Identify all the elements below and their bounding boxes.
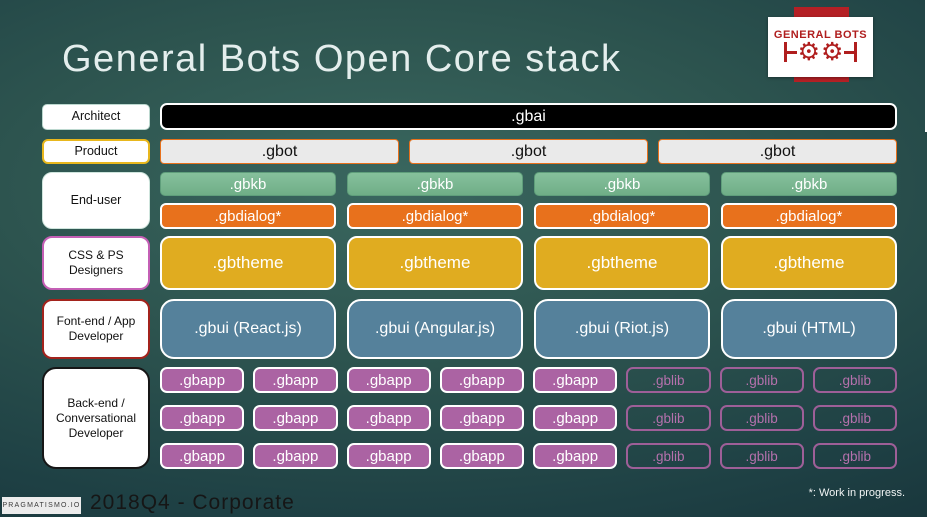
gbkb-block: .gbkb bbox=[721, 172, 897, 196]
gbapp-block: .gbapp bbox=[533, 405, 618, 431]
row-gbui: .gbui (React.js) .gbui (Angular.js) .gbu… bbox=[160, 299, 897, 359]
gblib-block: .gblib bbox=[719, 405, 804, 431]
gbot-block: .gbot bbox=[658, 139, 897, 164]
gbui-html-block: .gbui (HTML) bbox=[721, 299, 897, 359]
gbui-angular-block: .gbui (Angular.js) bbox=[347, 299, 523, 359]
gblib-block: .gblib bbox=[812, 405, 897, 431]
gbtheme-block: .gbtheme bbox=[721, 236, 897, 290]
gbapp-block: .gbapp bbox=[439, 367, 524, 393]
row-gbtheme: .gbtheme .gbtheme .gbtheme .gbtheme bbox=[160, 236, 897, 290]
gblib-block: .gblib bbox=[626, 405, 711, 431]
gbapp-block: .gbapp bbox=[346, 443, 431, 469]
logo-bar-right-icon bbox=[844, 42, 858, 62]
footer-date-text: 2018Q4 - Corporate bbox=[90, 491, 295, 514]
gblib-block: .gblib bbox=[626, 443, 711, 469]
label-css-ps-designers: CSS & PS Designers bbox=[42, 236, 150, 290]
gbapp-block: .gbapp bbox=[160, 405, 245, 431]
label-backend-conversational-developer: Back-end / Conversational Developer bbox=[42, 367, 150, 469]
gbapp-block: .gbapp bbox=[533, 443, 618, 469]
row-gbot: .gbot .gbot .gbot bbox=[160, 139, 897, 164]
logo-bar-left-icon bbox=[783, 42, 797, 62]
gbapp-block: .gbapp bbox=[346, 367, 431, 393]
row-gbdialog: .gbdialog* .gbdialog* .gbdialog* .gbdial… bbox=[160, 203, 897, 229]
gbot-block: .gbot bbox=[160, 139, 399, 164]
gblib-block: .gblib bbox=[719, 443, 804, 469]
slide: General Bots Open Core stack GENERAL BOT… bbox=[0, 0, 927, 517]
gbapp-block: .gbapp bbox=[439, 443, 524, 469]
gbai-block: .gbai bbox=[160, 103, 897, 130]
gblib-block: .gblib bbox=[812, 443, 897, 469]
gbapp-block: .gbapp bbox=[346, 405, 431, 431]
label-architect: Architect bbox=[42, 104, 150, 130]
gbtheme-block: .gbtheme bbox=[160, 236, 336, 290]
gbtheme-block: .gbtheme bbox=[347, 236, 523, 290]
gbui-riot-block: .gbui (Riot.js) bbox=[534, 299, 710, 359]
label-product: Product bbox=[42, 139, 150, 164]
gear-icon: ⚙ bbox=[797, 38, 820, 66]
gbui-react-block: .gbui (React.js) bbox=[160, 299, 336, 359]
gblib-block: .gblib bbox=[719, 367, 804, 393]
row-gbai: .gbai bbox=[160, 103, 897, 130]
gblib-block: .gblib bbox=[812, 367, 897, 393]
general-bots-logo: GENERAL BOTS ⚙ ⚙ bbox=[768, 17, 873, 77]
gbapp-block: .gbapp bbox=[439, 405, 524, 431]
gblib-block: .gblib bbox=[626, 367, 711, 393]
gbapp-block: .gbapp bbox=[160, 367, 245, 393]
label-frontend-app-developer: Font-end / App Developer bbox=[42, 299, 150, 359]
row-backend-1: .gbapp .gbapp .gbapp .gbapp .gbapp .gbli… bbox=[160, 367, 897, 393]
gbdialog-block: .gbdialog* bbox=[160, 203, 336, 229]
gbkb-block: .gbkb bbox=[160, 172, 336, 196]
gbtheme-block: .gbtheme bbox=[534, 236, 710, 290]
gear-icon: ⚙ bbox=[821, 38, 844, 66]
gbapp-block: .gbapp bbox=[533, 367, 618, 393]
row-gbkb: .gbkb .gbkb .gbkb .gbkb bbox=[160, 172, 897, 196]
gbapp-block: .gbapp bbox=[160, 443, 245, 469]
work-in-progress-footnote: *: Work in progress. bbox=[808, 487, 905, 499]
gbapp-block: .gbapp bbox=[253, 405, 338, 431]
gbot-block: .gbot bbox=[409, 139, 648, 164]
label-end-user: End-user bbox=[42, 172, 150, 229]
gbdialog-block: .gbdialog* bbox=[721, 203, 897, 229]
gbdialog-block: .gbdialog* bbox=[534, 203, 710, 229]
gbkb-block: .gbkb bbox=[347, 172, 523, 196]
gbapp-block: .gbapp bbox=[253, 367, 338, 393]
gbapp-block: .gbapp bbox=[253, 443, 338, 469]
pragmatismo-badge: PRAGMATISMO.IO bbox=[2, 497, 81, 514]
row-backend-3: .gbapp .gbapp .gbapp .gbapp .gbapp .gbli… bbox=[160, 443, 897, 469]
gbkb-block: .gbkb bbox=[534, 172, 710, 196]
logo-gears: ⚙ ⚙ bbox=[783, 38, 858, 66]
gbdialog-block: .gbdialog* bbox=[347, 203, 523, 229]
page-title: General Bots Open Core stack bbox=[62, 38, 622, 80]
row-backend-2: .gbapp .gbapp .gbapp .gbapp .gbapp .gbli… bbox=[160, 405, 897, 431]
